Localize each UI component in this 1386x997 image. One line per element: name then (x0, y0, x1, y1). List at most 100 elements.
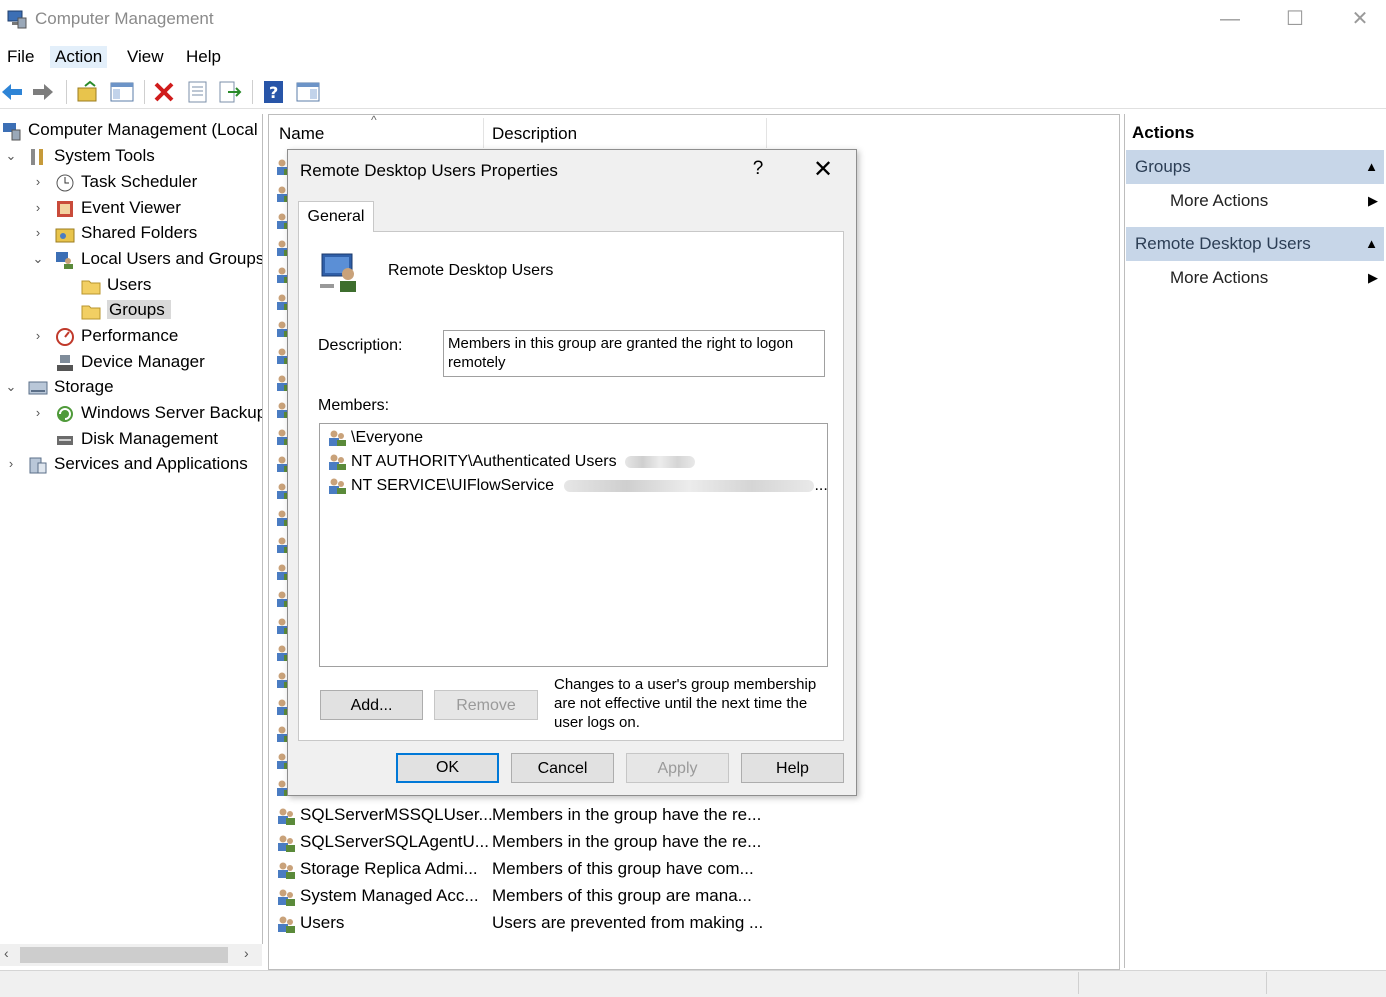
tree-item-task-scheduler[interactable]: Task Scheduler (55, 170, 197, 194)
column-header-name[interactable]: Name (279, 124, 324, 144)
tree-item-storage[interactable]: Storage (28, 375, 114, 399)
ok-button[interactable]: OK (396, 753, 499, 783)
chevron-right-icon[interactable]: › (4, 452, 18, 476)
export-list-icon[interactable] (218, 80, 242, 104)
list-item[interactable]: SQLServerSQLAgentU... Members in the gro… (276, 829, 761, 855)
group-name: System Managed Acc... (300, 886, 479, 905)
more-actions-groups[interactable]: More Actions (1170, 191, 1268, 211)
menu-view[interactable]: View (122, 46, 169, 68)
chevron-down-icon[interactable]: ⌄ (4, 375, 18, 399)
tree-label: Services and Applications (54, 454, 248, 473)
tree-label: System Tools (54, 146, 155, 165)
dialog-close-button[interactable]: ✕ (810, 155, 836, 184)
shared-folder-icon (55, 228, 75, 243)
show-hide-console-tree-icon[interactable] (110, 80, 134, 104)
chevron-right-icon[interactable]: › (31, 196, 45, 220)
chevron-right-icon[interactable]: › (31, 221, 45, 245)
tree-item-system-tools[interactable]: System Tools (28, 144, 155, 168)
dialog-help-button[interactable]: ? (748, 158, 768, 180)
group-icon (278, 916, 295, 933)
group-icon (329, 454, 346, 470)
tree-label: Shared Folders (81, 223, 198, 242)
group-description: Members of this group have com... (492, 859, 754, 878)
tree-item-event-viewer[interactable]: Event Viewer (55, 196, 181, 220)
column-divider[interactable] (766, 118, 767, 148)
chevron-down-icon[interactable]: ⌄ (4, 144, 18, 168)
properties-icon[interactable] (186, 80, 210, 104)
tree-item-windows-server-backup[interactable]: Windows Server Backup (55, 401, 262, 425)
submenu-arrow-icon[interactable]: ▶ (1368, 193, 1378, 209)
close-window-button[interactable]: ✕ (1338, 4, 1382, 34)
console-tree: Computer Management (Local ⌄ System Tool… (0, 114, 263, 944)
status-bar (0, 970, 1386, 997)
help-icon[interactable]: ? (262, 80, 286, 104)
list-item[interactable]: System Managed Acc... Members of this gr… (276, 883, 752, 909)
device-manager-icon (57, 354, 73, 371)
cancel-button[interactable]: Cancel (511, 753, 614, 783)
tab-general[interactable]: General (298, 201, 374, 232)
remote-desktop-users-icon (320, 253, 356, 292)
group-icon (329, 430, 346, 446)
delete-icon[interactable] (152, 80, 176, 104)
section-label: Remote Desktop Users (1135, 234, 1311, 253)
description-label: Description: (318, 337, 403, 354)
apply-button[interactable]: Apply (626, 753, 729, 783)
collapse-up-icon[interactable]: ▲ (1365, 150, 1378, 184)
actions-section-remote-desktop-users[interactable]: Remote Desktop Users ▲ (1126, 227, 1384, 261)
toolbar-separator (66, 80, 67, 104)
tree-item-services-and-applications[interactable]: Services and Applications (28, 452, 248, 476)
add-button[interactable]: Add... (320, 690, 423, 720)
tree-item-device-manager[interactable]: Device Manager (55, 350, 205, 374)
list-item[interactable]: Users Users are prevented from making ..… (276, 910, 763, 936)
menu-file[interactable]: File (2, 46, 39, 68)
scrollbar-thumb[interactable] (20, 947, 228, 963)
remove-button[interactable]: Remove (434, 690, 538, 720)
menu-action[interactable]: Action (50, 46, 108, 68)
group-name: Users (300, 913, 345, 932)
minimize-button[interactable]: — (1208, 4, 1252, 34)
column-header-description[interactable]: Description (492, 124, 577, 144)
tree-item-groups[interactable]: Groups (81, 298, 171, 322)
column-divider[interactable] (483, 118, 484, 148)
chevron-right-icon[interactable]: › (31, 324, 45, 348)
more-actions-remote-desktop-users[interactable]: More Actions (1170, 268, 1268, 288)
tree-item-users[interactable]: Users (81, 273, 151, 297)
actions-section-groups[interactable]: Groups ▲ (1126, 150, 1384, 184)
section-label: Groups (1135, 157, 1191, 176)
back-arrow-icon[interactable] (0, 80, 24, 104)
disk-icon (57, 435, 73, 445)
tree-item-disk-management[interactable]: Disk Management (55, 427, 218, 451)
member-item[interactable]: \Everyone (327, 427, 423, 449)
collapse-up-icon[interactable]: ▲ (1365, 227, 1378, 261)
description-field[interactable]: Members in this group are granted the ri… (443, 330, 825, 377)
menu-help[interactable]: Help (181, 46, 226, 68)
scroll-right-icon[interactable]: › (244, 945, 249, 961)
member-item[interactable]: NT SERVICE\UIFlowService ... (327, 475, 828, 497)
group-name: SQLServerSQLAgentU... (300, 832, 489, 851)
group-description: Members in the group have the re... (492, 805, 762, 824)
group-description: Members of this group are mana... (492, 886, 752, 905)
help-button[interactable]: Help (741, 753, 844, 783)
list-item[interactable]: SQLServerMSSQLUser... Members in the gro… (276, 802, 761, 828)
group-icon (329, 478, 346, 494)
list-item[interactable]: Storage Replica Admi... Members of this … (276, 856, 754, 882)
tree-item-performance[interactable]: Performance (55, 324, 178, 348)
chevron-down-icon[interactable]: ⌄ (31, 247, 45, 271)
scroll-left-icon[interactable]: ‹ (4, 945, 9, 961)
submenu-arrow-icon[interactable]: ▶ (1368, 270, 1378, 286)
tree-item-local-users-and-groups[interactable]: Local Users and Groups (55, 247, 262, 271)
up-folder-icon[interactable] (76, 80, 100, 104)
show-hide-action-pane-icon[interactable] (296, 80, 320, 104)
maximize-button[interactable]: ☐ (1273, 4, 1317, 34)
tree-item-computer-management[interactable]: Computer Management (Local (2, 118, 258, 142)
redacted-text (625, 455, 696, 468)
actions-title: Actions (1132, 123, 1195, 142)
tree-item-shared-folders[interactable]: Shared Folders (55, 221, 197, 245)
chevron-right-icon[interactable]: › (31, 401, 45, 425)
forward-arrow-icon[interactable] (31, 80, 55, 104)
members-label: Members: (318, 397, 390, 414)
chevron-right-icon[interactable]: › (31, 170, 45, 194)
users-groups-icon (56, 251, 73, 269)
member-item[interactable]: NT AUTHORITY\Authenticated Users (327, 451, 696, 473)
group-description: Members in the group have the re... (492, 832, 762, 851)
